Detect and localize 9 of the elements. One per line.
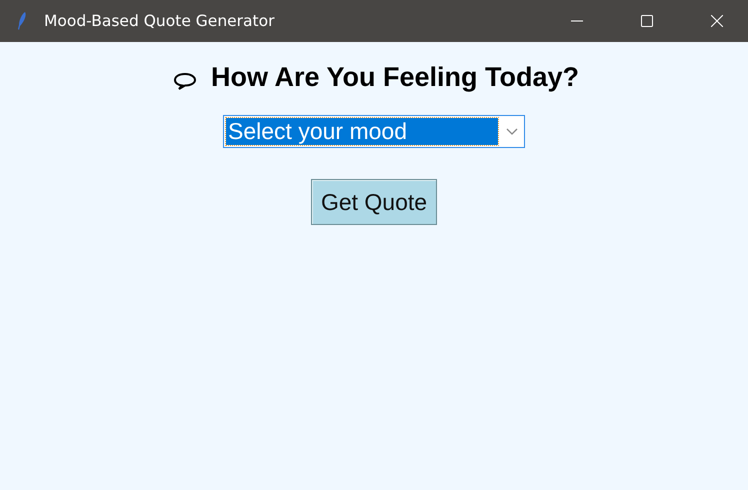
close-icon[interactable] (711, 15, 723, 27)
get-quote-button[interactable]: Get Quote (311, 179, 437, 225)
chevron-icon (506, 128, 518, 136)
window-title: Mood-Based Quote Generator (44, 12, 274, 30)
speech-bubble-icon (172, 70, 197, 90)
maximize-icon[interactable] (641, 15, 653, 27)
mood-dropdown[interactable]: Select your mood (223, 115, 525, 148)
feather-icon (17, 11, 27, 31)
heading: How Are You Feeling Today? (210, 62, 580, 93)
